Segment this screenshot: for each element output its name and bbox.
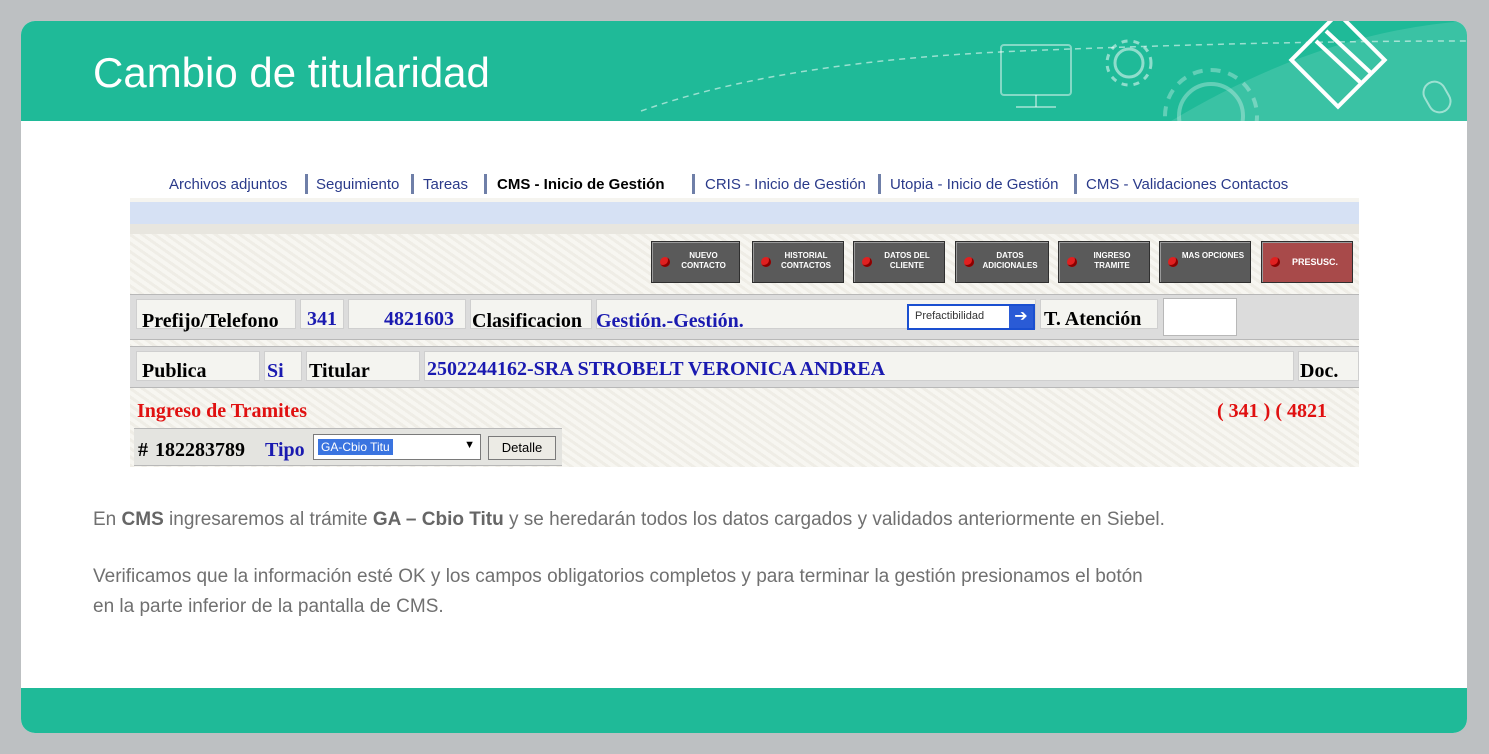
- header-band: Cambio de titularidad: [21, 21, 1467, 121]
- titular-value: 2502244162-SRA STROBELT VERONICA ANDREA: [427, 358, 886, 380]
- tab-separator: [484, 174, 487, 194]
- ingreso-phone: ( 341 ) ( 4821: [1217, 400, 1327, 422]
- chevron-down-icon[interactable]: ▼: [464, 439, 475, 451]
- atencion-label: T. Atención: [1044, 308, 1142, 330]
- tab-cms-validaciones-contactos[interactable]: CMS - Validaciones Contactos: [1086, 176, 1288, 193]
- atencion-field[interactable]: [1163, 298, 1237, 336]
- telefono-value: 4821603: [384, 308, 454, 330]
- paragraph-1: En CMS ingresaremos al trámite GA – Cbio…: [93, 506, 1165, 534]
- arrow-right-icon[interactable]: ➔: [1009, 306, 1033, 328]
- presusc-button[interactable]: Presusc.: [1261, 241, 1353, 283]
- blue-band: [130, 202, 1359, 224]
- historial-contactos-button[interactable]: Historial Contactos: [752, 241, 844, 283]
- red-dot-icon: [862, 257, 872, 267]
- footer-band: [21, 688, 1467, 733]
- tab-bar: Archivos adjuntos Seguimiento Tareas CMS…: [130, 170, 1359, 198]
- tab-separator: [878, 174, 881, 194]
- ingreso-tramite-button[interactable]: Ingreso Tramite: [1058, 241, 1150, 283]
- slide: Cambio de titularidad Archivos adjuntos …: [21, 21, 1467, 733]
- tab-seguimiento[interactable]: Seguimiento: [316, 176, 399, 193]
- red-dot-icon: [1270, 257, 1280, 267]
- slide-title: Cambio de titularidad: [93, 49, 490, 96]
- doc-label: Doc.: [1300, 360, 1339, 382]
- prefijo-telefono-label: Prefijo/Telefono: [142, 310, 279, 332]
- publica-label: Publica: [142, 360, 207, 382]
- ingreso-tramites-title: Ingreso de Tramites: [137, 400, 307, 422]
- p1-bold-tramite: GA – Cbio Titu: [372, 509, 504, 530]
- prefactibilidad-text: Prefactibilidad: [915, 310, 985, 322]
- gray-strip: [130, 224, 1359, 234]
- presusc-label: Presusc.: [1291, 257, 1338, 267]
- datos-cliente-label: Datos del Cliente: [884, 251, 930, 270]
- datos-adicionales-button[interactable]: Datos Adicionales: [955, 241, 1049, 283]
- clasificacion-value: Gestión.-Gestión.: [596, 310, 744, 332]
- historial-contactos-label: Historial Contactos: [781, 251, 831, 270]
- gear-icon: [1105, 39, 1153, 87]
- red-dot-icon: [1067, 257, 1077, 267]
- paragraph-2-line-2: en la parte inferior de la pantalla de C…: [93, 596, 444, 617]
- clasificacion-label: Clasificacion: [472, 310, 582, 332]
- nuevo-contacto-button[interactable]: Nuevo Contacto: [651, 241, 740, 283]
- mas-opciones-button[interactable]: Mas Opciones: [1159, 241, 1251, 283]
- p1-text: ingresaremos al trámite: [163, 509, 373, 530]
- prefijo-value: 341: [307, 308, 337, 330]
- tab-cms-inicio-gestion[interactable]: CMS - Inicio de Gestión: [497, 176, 665, 193]
- monitor-icon: [1000, 44, 1072, 108]
- tab-separator: [1074, 174, 1077, 194]
- tipo-selected-value: GA-Cbio Titu: [318, 439, 393, 455]
- red-dot-icon: [660, 257, 670, 267]
- tab-tareas[interactable]: Tareas: [423, 176, 468, 193]
- red-dot-icon: [1168, 257, 1178, 267]
- hash-label: #: [138, 439, 148, 461]
- tab-cris-inicio-gestion[interactable]: CRIS - Inicio de Gestión: [705, 176, 866, 193]
- detalle-button[interactable]: Detalle: [488, 436, 556, 460]
- tramite-number: 182283789: [155, 439, 245, 461]
- titular-label: Titular: [309, 360, 370, 382]
- tab-separator: [411, 174, 414, 194]
- tipo-label: Tipo: [265, 439, 305, 461]
- tab-archivos-adjuntos[interactable]: Archivos adjuntos: [169, 176, 287, 193]
- tab-separator: [305, 174, 308, 194]
- ingreso-tramite-label: Ingreso Tramite: [1093, 251, 1131, 270]
- tab-separator: [692, 174, 695, 194]
- red-dot-icon: [761, 257, 771, 267]
- tab-utopia-inicio-gestion[interactable]: Utopia - Inicio de Gestión: [890, 176, 1058, 193]
- p1-text: En: [93, 509, 122, 530]
- publica-value: Si: [267, 360, 284, 382]
- datos-adicionales-label: Datos Adicionales: [982, 251, 1038, 270]
- paragraph-2-line-1: Verificamos que la información esté OK y…: [93, 566, 1143, 587]
- datos-cliente-button[interactable]: Datos del Cliente: [853, 241, 945, 283]
- tipo-select[interactable]: GA-Cbio Titu ▼: [313, 434, 481, 460]
- nuevo-contacto-label: Nuevo Contacto: [681, 251, 726, 270]
- cms-screenshot: Archivos adjuntos Seguimiento Tareas CMS…: [130, 170, 1359, 467]
- prefactibilidad-field[interactable]: Prefactibilidad ➔: [907, 304, 1035, 330]
- p1-text: y se heredarán todos los datos cargados …: [503, 509, 1165, 530]
- red-dot-icon: [964, 257, 974, 267]
- p1-bold-cms: CMS: [121, 509, 164, 530]
- mas-opciones-label: Mas Opciones: [1181, 251, 1245, 260]
